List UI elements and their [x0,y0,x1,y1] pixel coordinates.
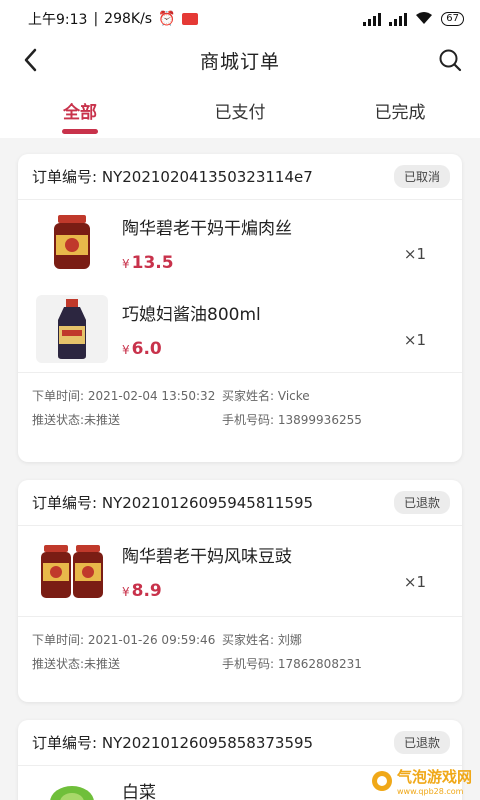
product-price: ¥8.9 [122,580,162,601]
tab-all[interactable]: 全部 [0,82,160,138]
order-time: 2021-02-04 13:50:32 [87,388,216,403]
battery-icon: 67 [441,12,464,26]
product-name: 陶华碧老干妈干煸肉丝 [122,218,292,239]
order-footer: 下单时间: 2021-02-04 13:50:32 买家姓名: Vicke 推送… [18,372,462,439]
order-number: 订单编号: NY202102041350323114e7 [32,168,313,186]
order-item[interactable]: 巧媳妇酱油800ml ¥6.0 ×1 [18,286,462,372]
signal-5g-icon [389,12,408,26]
order-card[interactable]: 订单编号: NY20210126095945811595 已退款 陶华碧老干妈风… [18,480,462,702]
site-watermark: 气泡游戏网 www.qpb28.com [371,766,472,796]
order-header: 订单编号: NY202102041350323114e7 已取消 [18,154,462,200]
status-time: 上午9:13 [28,12,88,28]
buyer-name: 刘娜 [277,632,302,647]
order-time: 2021-01-26 09:59:46 [87,632,216,647]
order-number: 订单编号: NY20210126095945811595 [32,494,314,512]
push-status: 未推送 [84,656,121,671]
app-notification-icon [181,13,198,25]
jar-icon [36,209,108,277]
phone-number: 17862808231 [277,656,362,671]
buyer-name: Vicke [277,388,310,403]
product-quantity: ×1 [403,573,426,591]
order-item[interactable]: 陶华碧老干妈风味豆豉 ¥8.9 ×1 [18,526,462,616]
product-quantity: ×1 [403,331,426,349]
order-number: 订单编号: NY20210126095858373595 [32,734,314,752]
product-quantity: ×1 [403,245,426,263]
tab-completed[interactable]: 已完成 [320,82,480,138]
push-status: 未推送 [84,412,121,427]
product-name: 巧媳妇酱油800ml [122,304,261,325]
status-badge: 已退款 [393,731,450,754]
status-badge: 已退款 [393,491,450,514]
order-card[interactable]: 订单编号: NY202102041350323114e7 已取消 陶华碧老干妈干… [18,154,462,462]
order-footer: 下单时间: 2021-01-26 09:59:46 买家姓名: 刘娜 推送状态:… [18,616,462,683]
order-header: 订单编号: NY20210126095945811595 已退款 [18,480,462,526]
twin-jar-icon [36,537,108,605]
watermark-logo-icon [371,771,392,791]
wifi-icon [415,11,433,28]
network-speed: 298K/s [104,11,153,27]
signal-icon [363,12,382,26]
product-price: ¥13.5 [122,252,174,273]
product-price: ¥6.0 [122,338,162,359]
chevron-left-icon [24,48,37,72]
cabbage-icon [36,778,108,800]
soy-bottle-icon [36,295,108,363]
status-badge: 已取消 [393,165,450,188]
product-name: 陶华碧老干妈风味豆豉 [122,546,292,567]
alarm-icon: ⏰ [158,11,176,27]
search-icon [439,49,462,72]
page-title: 商城订单 [199,50,280,73]
order-item[interactable]: 陶华碧老干妈干煸肉丝 ¥13.5 ×1 [18,200,462,286]
order-tabs: 全部 已支付 已完成 [0,82,480,138]
phone-number: 13899936255 [277,412,362,427]
back-button[interactable] [14,44,46,76]
search-button[interactable] [434,44,466,76]
app-header: 商城订单 [0,38,480,82]
tab-paid[interactable]: 已支付 [160,82,320,138]
order-header: 订单编号: NY20210126095858373595 已退款 [18,720,462,766]
status-bar: 上午9:13 | 298K/s ⏰ 67 [0,0,480,38]
